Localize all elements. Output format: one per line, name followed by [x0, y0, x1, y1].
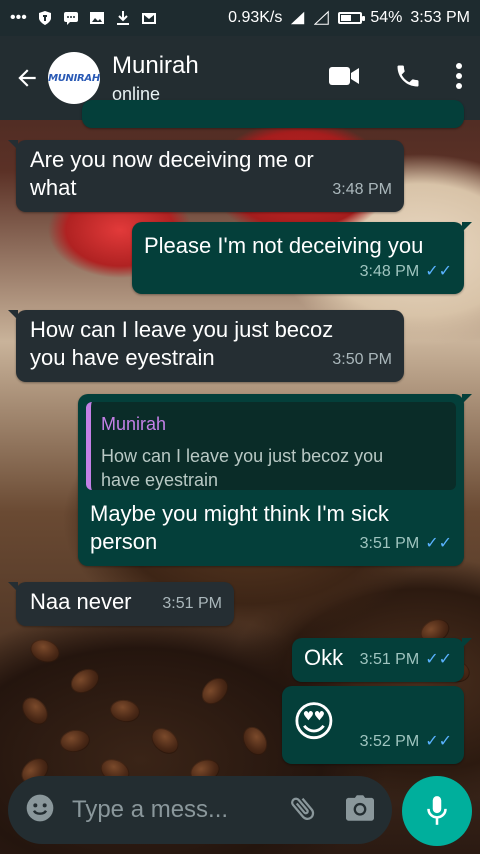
contact-name: Munirah [112, 51, 199, 79]
message-outgoing[interactable]: Okk 3:51 PM ✓✓ [292, 638, 472, 682]
message-input[interactable]: Type a mess... [72, 796, 228, 824]
message-line: How can I leave you just becoz [30, 317, 334, 342]
message-meta: 3:51 PM [162, 590, 222, 618]
message-time: 3:48 PM [359, 263, 420, 280]
signal-empty-icon [314, 10, 330, 26]
quoted-text: How can I leave you just becoz you have … [101, 444, 446, 492]
message-text: Maybe you might think I'm sick person [90, 500, 389, 556]
emoji-button[interactable] [24, 792, 56, 829]
message-text: Okk [304, 644, 343, 672]
camera-button[interactable] [344, 794, 376, 827]
paperclip-icon [291, 797, 315, 820]
message-meta: 3:51 PM ✓✓ [360, 646, 452, 674]
double-check-icon: ✓✓ [425, 733, 452, 750]
quoted-line: How can I leave you just becoz you [101, 446, 384, 466]
vpn-shield-icon [37, 10, 53, 26]
message-list[interactable]: Are you now deceiving me or what 3:48 PM… [0, 100, 480, 770]
status-indicators: 0.93K/s 54% 3:53 PM [228, 9, 470, 27]
avatar-logo-text: MUNIRAH [48, 72, 100, 84]
message-emoji: 😍 [292, 697, 336, 746]
quoted-message[interactable]: Munirah How can I leave you just becoz y… [86, 402, 456, 490]
message-incoming[interactable]: Naa never 3:51 PM [8, 582, 234, 626]
message-composer: Type a mess... [8, 776, 392, 844]
double-check-icon: ✓✓ [425, 535, 452, 552]
battery-icon [338, 12, 366, 24]
double-check-icon: ✓✓ [425, 263, 452, 280]
message-text: Are you now deceiving me or what [30, 146, 314, 202]
message-line: what [30, 175, 77, 200]
video-camera-icon [329, 66, 359, 85]
message-incoming[interactable]: Are you now deceiving me or what 3:48 PM [8, 140, 404, 212]
message-line: Are you now deceiving me or [30, 147, 314, 172]
contact-info[interactable]: Munirah online [112, 52, 199, 105]
microphone-icon [427, 796, 447, 825]
header-actions [328, 62, 462, 95]
quoted-line: have eyestrain [101, 470, 219, 490]
back-button[interactable] [10, 61, 44, 95]
message-time: 3:51 PM [162, 595, 222, 612]
more-vertical-icon [456, 62, 462, 89]
download-icon [115, 10, 131, 26]
clock: 3:53 PM [410, 9, 470, 26]
message-text: Please I'm not deceiving you [144, 232, 423, 260]
message-meta: 3:48 PM ✓✓ [360, 258, 452, 286]
more-notifications-icon: ••• [10, 9, 27, 26]
message-line: Please I'm not deceiving you [144, 233, 424, 258]
more-options-button[interactable] [456, 62, 462, 94]
battery-percent: 54% [370, 9, 403, 26]
message-time: 3:50 PM [332, 351, 392, 368]
status-bar: ••• 0.93K/s 54% 3:53 PM [0, 0, 480, 36]
voice-call-button[interactable] [394, 62, 422, 95]
double-check-icon: ✓✓ [425, 651, 452, 668]
message-line: person [90, 529, 158, 554]
emoji-smiley-icon [26, 794, 54, 821]
message-line: Maybe you might think I'm sick [90, 501, 389, 526]
image-icon [89, 10, 105, 26]
quoted-sender: Munirah [101, 414, 167, 434]
message-line: you have eyestrain [30, 345, 215, 370]
message-meta: 3:50 PM [332, 346, 392, 374]
camera-icon [346, 794, 374, 821]
network-speed: 0.93K/s [228, 9, 283, 26]
attach-button[interactable] [288, 793, 318, 828]
message-time: 3:51 PM [359, 535, 420, 552]
status-notifications: ••• [10, 9, 157, 27]
message-text: Naa never [30, 588, 132, 616]
message-line: Naa never [30, 589, 132, 614]
message-meta: 3:48 PM [332, 176, 392, 204]
message-meta: 3:51 PM ✓✓ [360, 530, 452, 558]
battery-fill [341, 15, 352, 21]
message-time: 3:52 PM [359, 733, 420, 750]
message-outgoing[interactable]: Please I'm not deceiving you 3:48 PM ✓✓ [132, 222, 472, 294]
message-meta: 3:52 PM ✓✓ [360, 728, 452, 756]
voice-record-button[interactable] [402, 776, 472, 846]
message-line: Okk [304, 645, 344, 670]
signal-icon [290, 10, 306, 26]
video-call-button[interactable] [328, 65, 360, 92]
message-bubble-partial [82, 100, 464, 128]
back-arrow-icon [18, 69, 36, 87]
composer-actions [288, 793, 376, 828]
gmail-icon [141, 10, 157, 26]
message-outgoing-reply[interactable]: Munirah How can I leave you just becoz y… [78, 394, 472, 566]
message-icon [63, 10, 79, 26]
phone-icon [397, 65, 419, 86]
message-text: How can I leave you just becoz you have … [30, 316, 333, 372]
message-outgoing-emoji[interactable]: 😍 3:52 PM ✓✓ [282, 686, 464, 764]
message-incoming[interactable]: How can I leave you just becoz you have … [8, 310, 404, 382]
message-time: 3:51 PM [359, 651, 420, 668]
message-time: 3:48 PM [332, 181, 392, 198]
avatar[interactable]: MUNIRAH [48, 52, 100, 104]
